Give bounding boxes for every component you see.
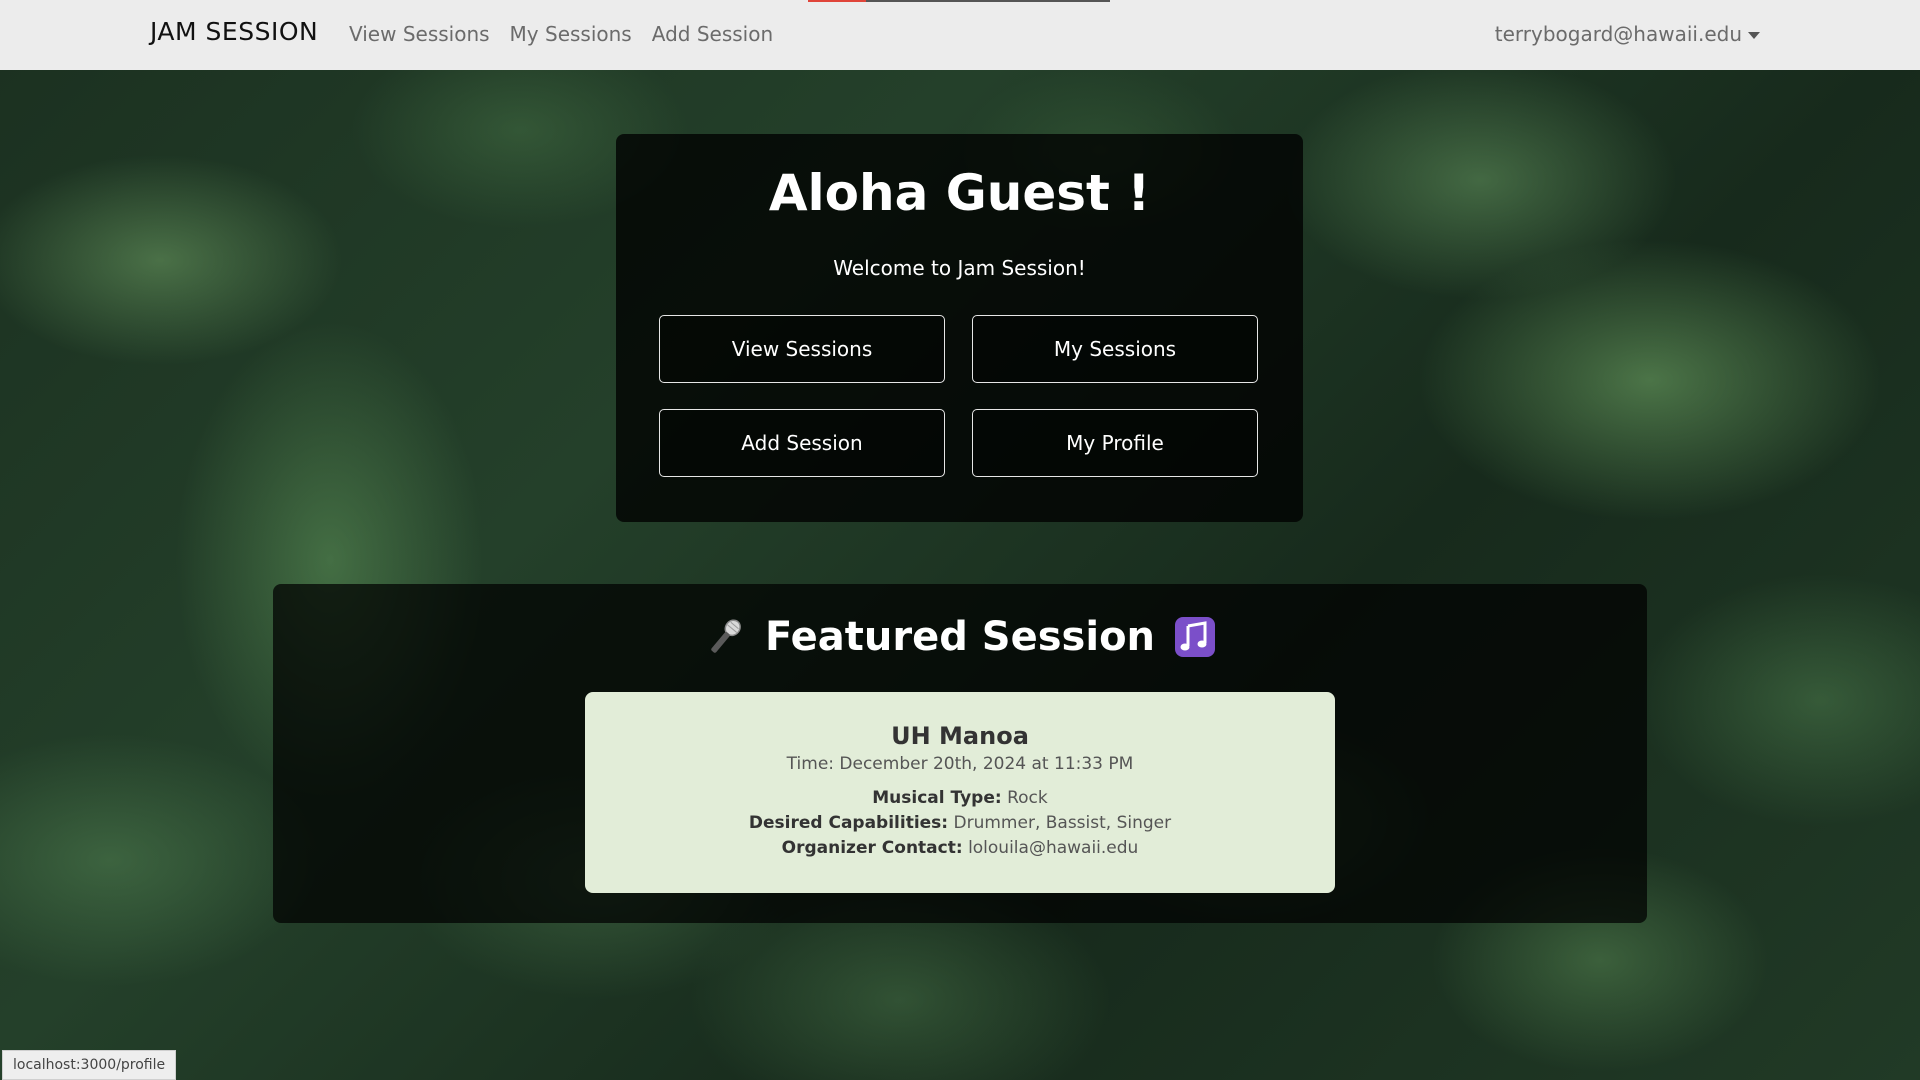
- nav-add-session[interactable]: Add Session: [652, 22, 773, 46]
- status-bar-url: localhost:3000/profile: [2, 1050, 177, 1080]
- nav-my-sessions[interactable]: My Sessions: [510, 22, 632, 46]
- session-name: UH Manoa: [891, 722, 1029, 750]
- musical-type-row: Musical Type: Rock: [585, 788, 1335, 808]
- brand-logo[interactable]: JAM SESSION: [150, 17, 318, 46]
- featured-header: Featured Session: [273, 614, 1647, 660]
- contact-value: lolouila@hawaii.edu: [968, 838, 1139, 858]
- page-loading-bar: [808, 0, 1110, 2]
- welcome-title: Aloha Guest !: [768, 164, 1151, 222]
- musical-type-label: Musical Type:: [872, 788, 1002, 808]
- add-session-button[interactable]: Add Session: [659, 409, 945, 477]
- featured-session-panel: Featured Session UH Manoa Time: December…: [273, 584, 1647, 923]
- user-dropdown[interactable]: terrybogard@hawaii.edu: [1495, 22, 1760, 46]
- nav-view-sessions[interactable]: View Sessions: [349, 22, 490, 46]
- capabilities-label: Desired Capabilities:: [748, 813, 949, 833]
- welcome-panel: Aloha Guest ! Welcome to Jam Session! Vi…: [616, 134, 1303, 522]
- my-profile-button[interactable]: My Profile: [972, 409, 1258, 477]
- contact-label: Organizer Contact:: [781, 838, 963, 858]
- contact-row: Organizer Contact: lolouila@hawaii.edu: [585, 838, 1335, 858]
- capabilities-row: Desired Capabilities: Drummer, Bassist, …: [585, 813, 1335, 833]
- session-card[interactable]: UH Manoa Time: December 20th, 2024 at 11…: [585, 692, 1335, 893]
- microphone-icon: [711, 619, 741, 653]
- musical-type-value: Rock: [1007, 788, 1048, 808]
- view-sessions-button[interactable]: View Sessions: [659, 315, 945, 383]
- music-notes-icon: [1175, 617, 1216, 657]
- nav-links: View Sessions My Sessions Add Session: [349, 22, 773, 46]
- welcome-subtitle: Welcome to Jam Session!: [833, 256, 1086, 280]
- capabilities-value: Drummer, Bassist, Singer: [953, 813, 1172, 833]
- my-sessions-button[interactable]: My Sessions: [972, 315, 1258, 383]
- session-time: Time: December 20th, 2024 at 11:33 PM: [786, 754, 1134, 774]
- user-email: terrybogard@hawaii.edu: [1494, 22, 1742, 46]
- caret-down-icon: [1748, 31, 1760, 39]
- featured-title: Featured Session: [764, 614, 1156, 660]
- navbar: JAM SESSION View Sessions My Sessions Ad…: [0, 0, 1920, 70]
